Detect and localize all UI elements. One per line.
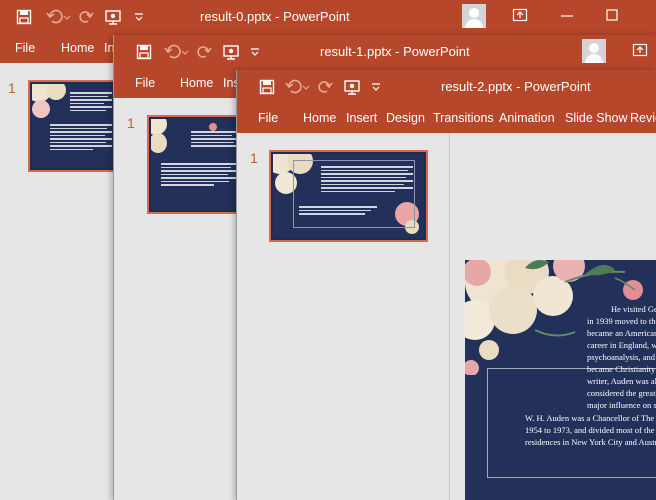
user-avatar-icon[interactable] [462, 4, 486, 28]
slide-thumbnail[interactable] [147, 115, 247, 214]
minimize-icon[interactable] [561, 14, 573, 18]
quick-access-toolbar [136, 43, 260, 61]
slide-body-line: considered the greate [587, 388, 656, 398]
save-icon[interactable] [136, 44, 152, 60]
thumbnail-pane: 1 [114, 98, 247, 500]
slide-text-lines [321, 166, 413, 194]
window-title: result-2.pptx - PowerPoint [441, 79, 591, 94]
redo-icon[interactable] [196, 44, 212, 60]
thumbnail-pane: 1 [237, 133, 449, 500]
user-avatar-icon[interactable] [582, 39, 606, 63]
tab-slide-show[interactable]: Slide Show [565, 111, 628, 125]
undo-icon[interactable] [285, 79, 311, 95]
present-icon[interactable] [222, 44, 240, 60]
slide-footer-line: 1954 to 1973, and divided most of the se [525, 425, 656, 435]
slide-thumbnail[interactable] [269, 150, 428, 242]
ribbon-display-icon[interactable] [512, 7, 528, 23]
slide-number: 1 [127, 115, 135, 131]
tab-file[interactable]: File [15, 41, 35, 55]
window-title: result-1.pptx - PowerPoint [320, 44, 470, 59]
title-bar: result-2.pptx - PowerPoint [237, 70, 656, 103]
slide-body-line: psychoanalysis, and h [587, 352, 656, 362]
tab-insert[interactable]: Insert [346, 111, 377, 125]
undo-icon[interactable] [46, 9, 72, 25]
thumbnail-pane: 1 [0, 63, 128, 500]
window-title: result-0.pptx - PowerPoint [200, 9, 350, 24]
slide-body-line: writer, Auden was als [587, 376, 656, 386]
tab-transitions[interactable]: Transitions [433, 111, 494, 125]
slide-body-line: became an American [587, 328, 656, 338]
slide-body-line: in 1939 moved to the [587, 316, 656, 326]
maximize-icon[interactable] [606, 9, 618, 21]
quick-access-toolbar [16, 8, 144, 26]
pane-splitter[interactable] [449, 133, 450, 500]
slide-body-line: He visited Ge [611, 304, 656, 314]
slide-text-lines [70, 92, 112, 113]
present-icon[interactable] [104, 9, 122, 25]
ribbon-display-icon[interactable] [632, 42, 648, 58]
save-icon[interactable] [259, 79, 275, 95]
present-icon[interactable] [343, 79, 361, 95]
qat-customize-icon[interactable] [134, 9, 144, 25]
undo-icon[interactable] [164, 44, 190, 60]
title-bar: result-1.pptx - PowerPoint [114, 35, 656, 68]
slide-body-line: became Christianity a [587, 364, 656, 374]
qat-customize-icon[interactable] [250, 44, 260, 60]
tab-home[interactable]: Home [303, 111, 336, 125]
tab-home[interactable]: Home [61, 41, 94, 55]
redo-icon[interactable] [317, 79, 333, 95]
slide-text-lines [191, 131, 239, 149]
qat-customize-icon[interactable] [371, 79, 381, 95]
tab-file[interactable]: File [258, 111, 278, 125]
window-result-2: result-2.pptx - PowerPoint File Home Ins… [236, 70, 656, 500]
quick-access-toolbar [259, 78, 381, 96]
slide-canvas[interactable]: He visited Ge in 1939 moved to the becam… [465, 260, 656, 500]
tab-design[interactable]: Design [386, 111, 425, 125]
tab-animations[interactable]: Animation [499, 111, 555, 125]
ribbon-tabs: File Home Insert Design Transitions Anim… [237, 103, 656, 133]
slide-footer-line: W. H. Auden was a Chancellor of The Ac [525, 413, 656, 423]
save-icon[interactable] [16, 9, 32, 25]
redo-icon[interactable] [78, 9, 94, 25]
slide-number: 1 [8, 80, 16, 96]
tab-review[interactable]: Revie [630, 111, 656, 125]
title-bar: result-0.pptx - PowerPoint [0, 0, 656, 33]
slide-number: 1 [250, 150, 258, 166]
slide-body-line: career in England, wh [587, 340, 656, 350]
slide-body-line: major influence on su [587, 400, 656, 410]
tab-file[interactable]: File [135, 76, 155, 90]
tab-home[interactable]: Home [180, 76, 213, 90]
slide-footer-line: residences in New York City and Austri [525, 437, 656, 447]
